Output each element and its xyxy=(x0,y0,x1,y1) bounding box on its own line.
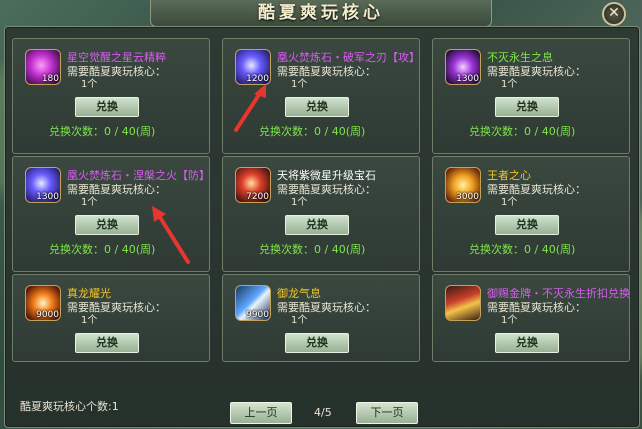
requirement-value: 1个 xyxy=(291,79,308,90)
exchange-card: 御赐金牌・不灭永生折扣兑换 需要酷夏爽玩核心： 1个 兑换 xyxy=(432,274,630,362)
window-title: 酷夏爽玩核心 xyxy=(150,0,492,27)
requirement-value: 1个 xyxy=(291,315,308,326)
requirement-value: 1个 xyxy=(291,197,308,208)
core-count-label: 酷夏爽玩核心个数:1 xyxy=(20,400,119,413)
exchange-card: 1300 凰火焚炼石・涅槃之火【防】 需要酷夏爽玩核心： 1个 兑换 兑换次数：… xyxy=(12,156,210,272)
exchange-card: 9900 御龙气息 需要酷夏爽玩核心： 1个 兑换 xyxy=(222,274,420,362)
exchange-count: 兑换次数：0 / 40(周) xyxy=(469,125,576,138)
blue-orb-icon: 1200 xyxy=(235,49,271,85)
requirement-value: 1个 xyxy=(81,197,98,208)
next-page-button[interactable]: 下一页 xyxy=(356,402,418,424)
redeem-button[interactable]: 兑换 xyxy=(285,215,349,235)
exchange-card: 3000 王者之心 需要酷夏爽玩核心： 1个 兑换 兑换次数：0 / 40(周) xyxy=(432,156,630,272)
exchange-card: 1300 不灭永生之息 需要酷夏爽玩核心： 1个 兑换 兑换次数：0 / 40(… xyxy=(432,38,630,154)
prev-page-button[interactable]: 上一页 xyxy=(230,402,292,424)
exchange-count: 兑换次数：0 / 40(周) xyxy=(49,243,156,256)
page-indicator: 4/5 xyxy=(314,406,332,419)
gold-token-icon xyxy=(445,285,481,321)
exchange-card: 180 星空觉醒之星云精粹 需要酷夏爽玩核心： 1个 兑换 兑换次数：0 / 4… xyxy=(12,38,210,154)
redeem-button[interactable]: 兑换 xyxy=(285,97,349,117)
close-icon[interactable]: ✕ xyxy=(602,2,626,26)
redeem-button[interactable]: 兑换 xyxy=(285,333,349,353)
violet-orb-icon: 1300 xyxy=(445,49,481,85)
redeem-button[interactable]: 兑换 xyxy=(75,215,139,235)
exchange-count: 兑换次数：0 / 40(周) xyxy=(49,125,156,138)
gold-heart-icon: 3000 xyxy=(445,167,481,203)
fire-orb-icon: 9000 xyxy=(25,285,61,321)
requirement-value: 1个 xyxy=(501,315,518,326)
exchange-count: 兑换次数：0 / 40(周) xyxy=(259,243,366,256)
redeem-button[interactable]: 兑换 xyxy=(495,215,559,235)
requirement-value: 1个 xyxy=(501,197,518,208)
redeem-button[interactable]: 兑换 xyxy=(75,333,139,353)
red-gem-icon: 7200 xyxy=(235,167,271,203)
requirement-value: 1个 xyxy=(81,315,98,326)
redeem-button[interactable]: 兑换 xyxy=(75,97,139,117)
requirement-value: 1个 xyxy=(501,79,518,90)
redeem-button[interactable]: 兑换 xyxy=(495,97,559,117)
exchange-card: 1200 凰火焚炼石・破军之刃【攻】 需要酷夏爽玩核心： 1个 兑换 兑换次数：… xyxy=(222,38,420,154)
purple-crystal-icon: 180 xyxy=(25,49,61,85)
exchange-count: 兑换次数：0 / 40(周) xyxy=(469,243,576,256)
exchange-card: 9000 真龙耀光 需要酷夏爽玩核心： 1个 兑换 xyxy=(12,274,210,362)
requirement-value: 1个 xyxy=(81,79,98,90)
exchange-count: 兑换次数：0 / 40(周) xyxy=(259,125,366,138)
sword-icon: 9900 xyxy=(235,285,271,321)
exchange-card: 7200 天将紫微星升级宝石 需要酷夏爽玩核心： 1个 兑换 兑换次数：0 / … xyxy=(222,156,420,272)
blue-orb-icon: 1300 xyxy=(25,167,61,203)
redeem-button[interactable]: 兑换 xyxy=(495,333,559,353)
